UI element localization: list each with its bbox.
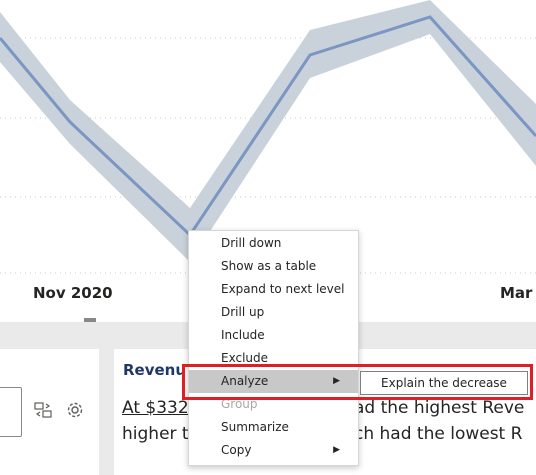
narrative-line-2-tail: ch had the lowest R — [354, 424, 523, 444]
menu-item-summarize[interactable]: Summarize — [189, 416, 358, 439]
chart-scroll-handle[interactable] — [84, 318, 96, 322]
menu-item-drill-up[interactable]: Drill up — [189, 301, 358, 324]
menu-item-copy[interactable]: Copy ▶ — [189, 439, 358, 462]
narrative-line-2-start: higher t — [122, 424, 189, 444]
narrative-line-1: At $332 ad the highest Reve — [122, 398, 524, 418]
x-axis-label-mar: Mar — [500, 284, 533, 302]
left-visual-card — [0, 349, 99, 475]
context-menu: Drill down Show as a table Expand to nex… — [188, 230, 359, 466]
x-axis-label-nov-2020: Nov 2020 — [33, 284, 113, 302]
highlight-annotation-box — [182, 364, 533, 400]
swap-icon[interactable] — [34, 402, 52, 422]
menu-item-show-as-table[interactable]: Show as a table — [189, 255, 358, 278]
input-box[interactable] — [0, 387, 22, 437]
narrative-line-2: higher t ch had the lowest R — [122, 424, 522, 444]
menu-item-copy-label: Copy — [221, 443, 252, 457]
menu-item-include[interactable]: Include — [189, 324, 358, 347]
menu-item-drill-down[interactable]: Drill down — [189, 232, 358, 255]
gear-icon[interactable] — [66, 401, 84, 423]
narrative-title: Revenu — [123, 361, 187, 379]
menu-item-expand-next-level[interactable]: Expand to next level — [189, 278, 358, 301]
narrative-line-1-start: At $332 — [122, 398, 189, 418]
narrative-line-1-tail: ad the highest Reve — [354, 398, 525, 418]
chevron-right-icon: ▶ — [333, 445, 340, 455]
